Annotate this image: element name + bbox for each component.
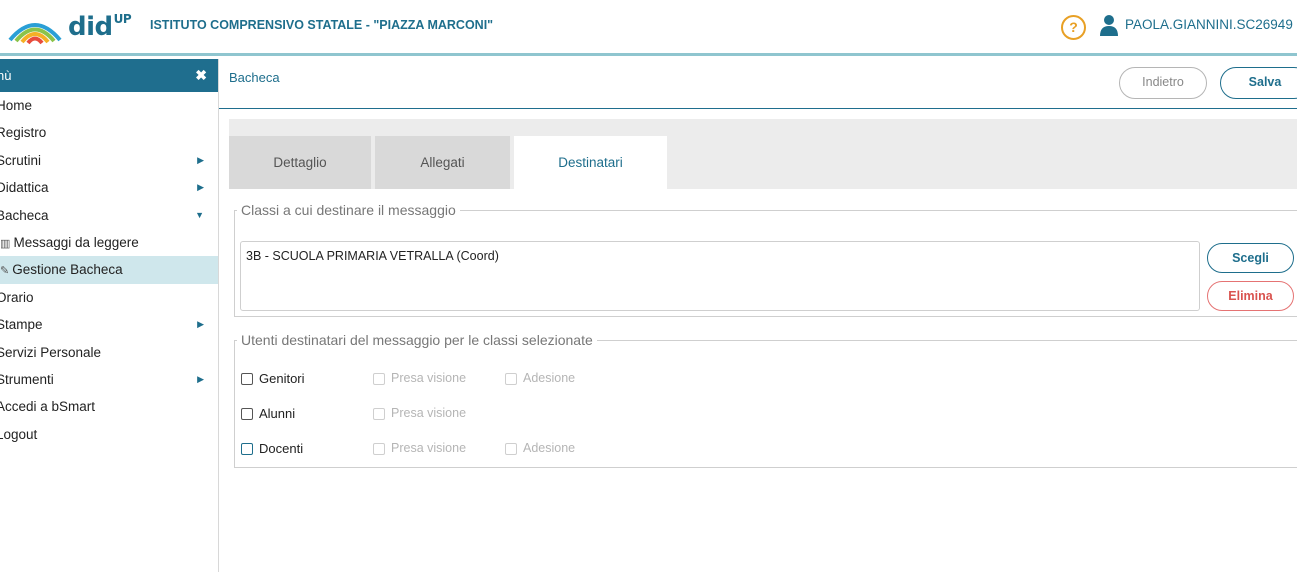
sidebar-item-home[interactable]: Home	[0, 92, 218, 119]
docenti-checkbox[interactable]	[241, 443, 253, 455]
sidebar-menu: Home Registro Scrutini▶ Didattica▶ Bache…	[0, 92, 218, 448]
tab-dettaglio[interactable]: Dettaglio	[229, 136, 371, 189]
back-button[interactable]: Indietro	[1119, 67, 1207, 99]
tab-destinatari[interactable]: Destinatari	[514, 136, 667, 189]
docenti-adesione-checkbox[interactable]	[505, 443, 517, 455]
classes-list[interactable]: 3B - SCUOLA PRIMARIA VETRALLA (Coord)	[240, 241, 1200, 311]
help-icon[interactable]: ?	[1061, 15, 1086, 40]
chevron-right-icon: ▶	[197, 154, 204, 165]
chevron-down-icon: ▼	[195, 209, 204, 220]
sidebar-item-accedi-bsmart[interactable]: Accedi a bSmart	[0, 393, 218, 420]
sidebar-item-servizi-personale[interactable]: Servizi Personale	[0, 339, 218, 366]
docenti-presa-checkbox[interactable]	[373, 443, 385, 455]
chevron-right-icon: ▶	[197, 373, 204, 384]
docenti-label: Docenti	[259, 441, 304, 456]
recipient-row-genitori: Genitori Presa visione Adesione	[241, 370, 641, 390]
tab-strip: Dettaglio Allegati Destinatari	[229, 119, 1297, 189]
genitori-presa-label: Presa visione	[391, 371, 467, 385]
genitori-presa-checkbox[interactable]	[373, 373, 385, 385]
genitori-checkbox[interactable]	[241, 373, 253, 385]
close-icon[interactable]: ✖	[195, 67, 207, 84]
school-name: ISTITUTO COMPRENSIVO STATALE - "PIAZZA M…	[150, 18, 494, 32]
sidebar-item-didattica[interactable]: Didattica ▶	[0, 174, 218, 201]
user-icon	[1100, 15, 1118, 36]
sidebar-item-messaggi-da-leggere[interactable]: ▥ Messaggi da leggere	[0, 229, 218, 256]
recipients-legend: Utenti destinatari del messaggio per le …	[241, 332, 593, 348]
class-item[interactable]: 3B - SCUOLA PRIMARIA VETRALLA (Coord)	[246, 249, 499, 263]
alunni-checkbox[interactable]	[241, 408, 253, 420]
sidebar: nù ✖ Home Registro Scrutini▶ Didattica▶ …	[0, 59, 219, 572]
remove-button[interactable]: Elimina	[1207, 281, 1294, 311]
edit-icon: ✎	[0, 265, 13, 278]
genitori-adesione-checkbox[interactable]	[505, 373, 517, 385]
alunni-presa-label: Presa visione	[391, 406, 467, 420]
chevron-right-icon: ▶	[197, 182, 204, 193]
app-header: didUP ISTITUTO COMPRENSIVO STATALE - "PI…	[0, 0, 1297, 56]
genitori-label: Genitori	[259, 371, 305, 386]
user-name[interactable]: PAOLA.GIANNINI.SC26949	[1125, 17, 1293, 32]
sidebar-title: nù	[0, 68, 12, 83]
chevron-right-icon: ▶	[197, 319, 204, 330]
recipient-row-docenti: Docenti Presa visione Adesione	[241, 440, 641, 460]
save-button[interactable]: Salva	[1220, 67, 1297, 99]
choose-button[interactable]: Scegli	[1207, 243, 1294, 273]
genitori-adesione-label: Adesione	[523, 371, 576, 385]
sidebar-header: nù ✖	[0, 59, 218, 92]
sidebar-item-logout[interactable]: Logout	[0, 421, 218, 448]
sidebar-item-gestione-bacheca[interactable]: ✎ Gestione Bacheca	[0, 256, 218, 284]
sidebar-item-registro[interactable]: Registro	[0, 119, 218, 146]
recipient-row-alunni: Alunni Presa visione	[241, 405, 641, 425]
toolbar: Bacheca Indietro Salva	[219, 59, 1297, 109]
sidebar-item-scrutini[interactable]: Scrutini ▶	[0, 147, 218, 174]
list-icon: ▥	[0, 237, 14, 250]
sidebar-item-strumenti[interactable]: Strumenti ▶	[0, 366, 218, 393]
sidebar-item-orario[interactable]: Orario	[0, 284, 218, 311]
breadcrumb[interactable]: Bacheca	[229, 70, 280, 85]
docenti-presa-label: Presa visione	[391, 441, 467, 455]
classes-legend: Classi a cui destinare il messaggio	[241, 202, 456, 218]
brand-name: didUP	[68, 12, 132, 42]
didup-logo-icon	[8, 23, 62, 45]
sidebar-item-bacheca[interactable]: Bacheca ▼	[0, 202, 218, 229]
alunni-label: Alunni	[259, 406, 296, 421]
sidebar-item-stampe[interactable]: Stampe ▶	[0, 311, 218, 338]
docenti-adesione-label: Adesione	[523, 441, 576, 455]
alunni-presa-checkbox[interactable]	[373, 408, 385, 420]
tab-allegati[interactable]: Allegati	[375, 136, 510, 189]
